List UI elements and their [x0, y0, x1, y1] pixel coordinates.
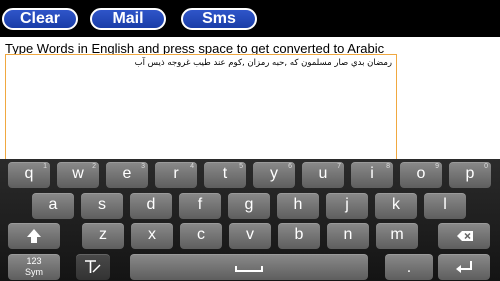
shift-icon [27, 229, 41, 243]
key-y-alt: 6 [288, 163, 292, 170]
enter-key[interactable] [438, 254, 490, 280]
key-y[interactable]: y6 [253, 162, 295, 188]
key-z[interactable]: z [82, 223, 124, 249]
key-a[interactable]: a [32, 193, 74, 219]
key-l[interactable]: l [424, 193, 466, 219]
key-t-alt: 5 [239, 163, 243, 170]
key-a-label: a [48, 196, 58, 213]
key-s[interactable]: s [81, 193, 123, 219]
editor-text: رمضان بدي صار مسلمون كه ,حبه رمزان ,كوم … [134, 58, 392, 68]
backspace-key[interactable] [438, 223, 490, 249]
key-h[interactable]: h [277, 193, 319, 219]
key-f[interactable]: f [179, 193, 221, 219]
key-z-label: z [99, 226, 107, 243]
key-p-alt: 0 [484, 163, 488, 170]
key-g[interactable]: g [228, 193, 270, 219]
key-g-label: g [244, 196, 254, 213]
space-key[interactable] [130, 254, 368, 280]
key-q[interactable]: q1 [8, 162, 50, 188]
handwriting-key[interactable] [76, 254, 110, 280]
period-key-label: . [406, 259, 412, 276]
key-v[interactable]: v [229, 223, 271, 249]
key-o-alt: 9 [435, 163, 439, 170]
key-s-label: s [98, 196, 106, 213]
period-key[interactable]: . [385, 254, 433, 280]
backspace-icon [457, 231, 473, 241]
key-b[interactable]: b [278, 223, 320, 249]
key-k[interactable]: k [375, 193, 417, 219]
sms-button[interactable]: Sms [181, 8, 257, 30]
key-f-label: f [197, 196, 203, 213]
enter-icon [456, 261, 472, 273]
key-e[interactable]: e3 [106, 162, 148, 188]
key-c-label: c [197, 226, 205, 243]
key-k-label: k [392, 196, 400, 213]
key-b-label: b [294, 226, 304, 243]
key-p[interactable]: p0 [449, 162, 491, 188]
key-j-label: j [345, 196, 349, 213]
toolbar: Clear Mail Sms [0, 0, 500, 37]
key-h-label: h [293, 196, 303, 213]
key-n[interactable]: n [327, 223, 369, 249]
key-e-alt: 3 [141, 163, 145, 170]
key-t[interactable]: t5 [204, 162, 246, 188]
key-x[interactable]: x [131, 223, 173, 249]
text-editor[interactable]: رمضان بدي صار مسلمون كه ,حبه رمزان ,كوم … [5, 54, 397, 159]
handwriting-icon [85, 260, 101, 273]
key-r-alt: 4 [190, 163, 194, 170]
space-icon [235, 266, 263, 272]
key-x-label: x [148, 226, 156, 243]
key-m-label: m [390, 226, 404, 243]
key-d-label: d [146, 196, 156, 213]
key-j[interactable]: j [326, 193, 368, 219]
mail-button[interactable]: Mail [90, 8, 166, 30]
key-w[interactable]: w2 [57, 162, 99, 188]
key-c[interactable]: c [180, 223, 222, 249]
key-q-alt: 1 [43, 163, 47, 170]
symbols-key-top: 123 [26, 256, 42, 266]
key-o[interactable]: o9 [400, 162, 442, 188]
key-l-label: l [443, 196, 447, 213]
content-area: Type Words in English and press space to… [0, 37, 500, 159]
key-n-label: n [343, 226, 353, 243]
key-i-alt: 8 [386, 163, 390, 170]
key-w-alt: 2 [92, 163, 96, 170]
soft-keyboard: q1 w2 e3 r4 t5 y6 u7 i8 o9 p0 a s d f g h j k l z x c v b n m 1… [0, 159, 500, 281]
key-u[interactable]: u7 [302, 162, 344, 188]
key-v-label: v [246, 226, 254, 243]
key-d[interactable]: d [130, 193, 172, 219]
key-r[interactable]: r4 [155, 162, 197, 188]
key-m[interactable]: m [376, 223, 418, 249]
clear-button[interactable]: Clear [2, 8, 78, 30]
key-i[interactable]: i8 [351, 162, 393, 188]
symbols-key[interactable]: 123 Sym [8, 254, 60, 280]
key-u-alt: 7 [337, 163, 341, 170]
shift-key[interactable] [8, 223, 60, 249]
symbols-key-bottom: Sym [25, 267, 43, 277]
